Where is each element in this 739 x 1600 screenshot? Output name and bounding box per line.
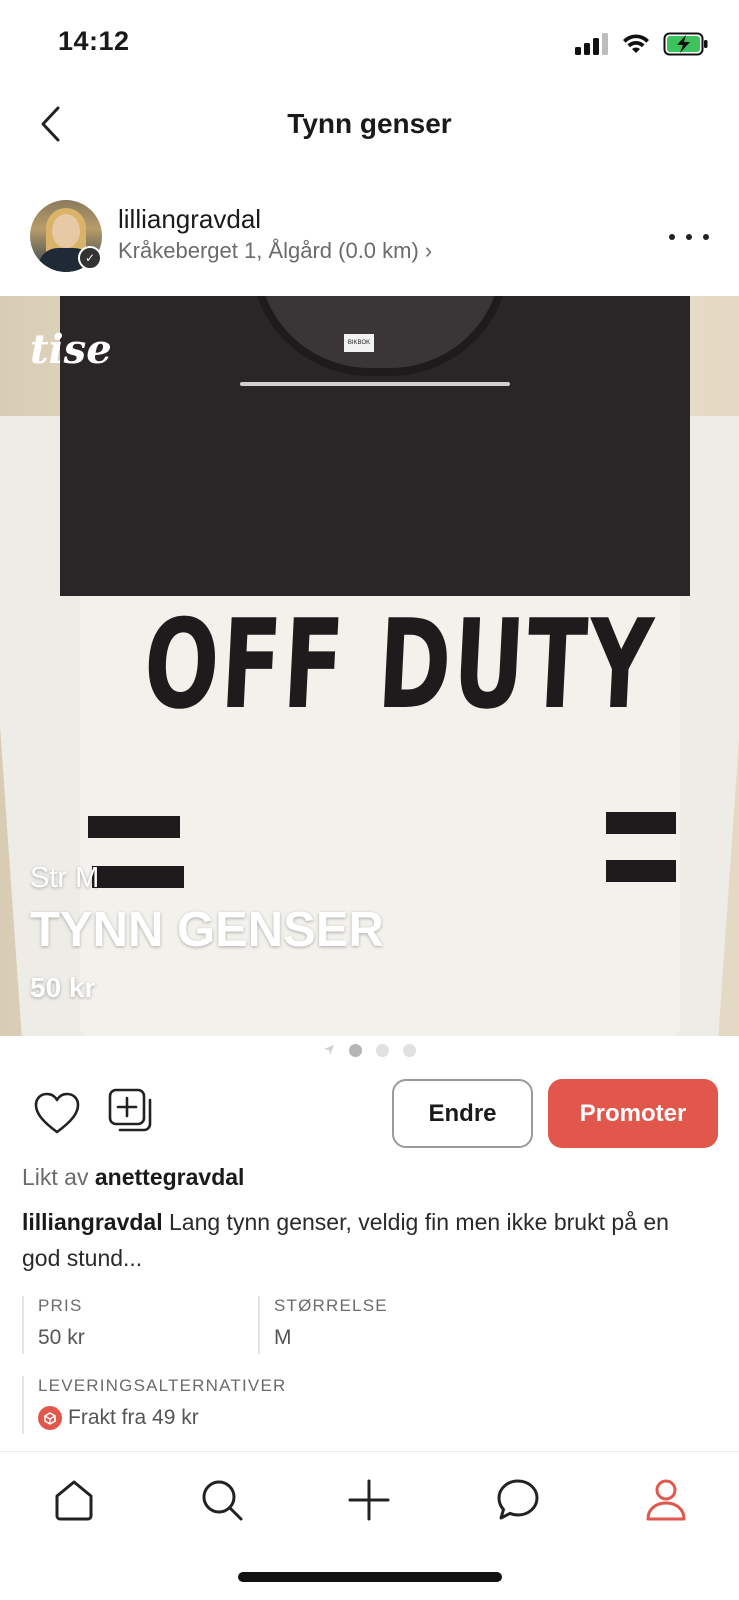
verified-badge-icon: ✓: [78, 246, 102, 270]
home-icon: [55, 1480, 93, 1521]
image-pager: [0, 1040, 739, 1060]
like-button[interactable]: [34, 1092, 80, 1136]
promote-button[interactable]: Promoter: [548, 1079, 718, 1148]
pager-dot[interactable]: [403, 1043, 416, 1057]
profile-icon: [646, 1479, 686, 1521]
location-arrow-icon: [324, 1045, 334, 1055]
shipping-icon: [38, 1406, 62, 1430]
liked-by-prefix: Likt av: [22, 1164, 89, 1190]
seller-username[interactable]: lilliangravdal: [118, 204, 261, 235]
price-label: PRIS: [38, 1296, 83, 1315]
garment-label: BIKBOK: [344, 334, 374, 352]
pager-dot[interactable]: [376, 1043, 389, 1057]
tab-search[interactable]: [194, 1472, 250, 1528]
overlay-price: 50 kr: [30, 972, 96, 1003]
edit-button[interactable]: Endre: [392, 1079, 533, 1148]
tab-messages[interactable]: [490, 1472, 546, 1528]
description-author[interactable]: lilliangravdal: [22, 1209, 163, 1235]
delivery-detail[interactable]: LEVERINGSALTERNATIVER Frakt fra 49 kr: [22, 1376, 286, 1434]
action-row: Endre Promoter: [0, 1078, 739, 1150]
price-detail: PRIS 50 kr: [22, 1296, 85, 1354]
status-time: 14:12: [58, 26, 130, 56]
add-to-collection-button[interactable]: [108, 1088, 156, 1136]
page-title: Tynn genser: [287, 108, 452, 139]
tab-add[interactable]: [341, 1472, 397, 1528]
nav-bar: Tynn genser: [0, 90, 739, 160]
pager-dot[interactable]: [349, 1043, 362, 1057]
search-icon: [202, 1480, 243, 1521]
more-dots-icon: [669, 234, 675, 240]
price-value: 50 kr: [38, 1326, 85, 1349]
seller-location[interactable]: Kråkeberget 1, Ålgård (0.0 km) ›: [118, 238, 432, 264]
tab-profile[interactable]: [638, 1472, 694, 1528]
plus-icon: [348, 1479, 390, 1521]
battery-charging-icon: [663, 32, 708, 56]
chat-icon: [497, 1479, 539, 1520]
status-icons: [575, 32, 709, 56]
seller-header: ✓ lilliangravdal Kråkeberget 1, Ålgård (…: [0, 198, 739, 278]
heart-icon: [34, 1092, 80, 1134]
size-value: M: [274, 1326, 292, 1349]
tab-home[interactable]: [46, 1472, 102, 1528]
status-bar: 14:12: [0, 0, 739, 90]
delivery-label: LEVERINGSALTERNATIVER: [38, 1376, 287, 1395]
more-options-button[interactable]: [669, 222, 709, 252]
product-image[interactable]: BIKBOK OFF DUTY tise Str M TYNN GENSER 5…: [0, 296, 739, 1036]
shirt-print-text: OFF DUTY: [140, 592, 658, 737]
delivery-value: Frakt fra 49 kr: [68, 1406, 199, 1429]
size-detail: STØRRELSE M: [258, 1296, 388, 1354]
tise-watermark: tise: [30, 326, 112, 373]
overlay-title: TYNN GENSER: [30, 903, 384, 957]
home-indicator[interactable]: [238, 1572, 502, 1582]
size-label: STØRRELSE: [274, 1296, 388, 1315]
overlay-size: Str M: [30, 862, 100, 894]
add-collection-icon: [108, 1088, 152, 1132]
liked-by-user[interactable]: anettegravdal: [95, 1164, 245, 1190]
wifi-icon: [623, 34, 649, 53]
liked-by: Likt av anettegravdal: [22, 1164, 244, 1191]
description: lilliangravdal Lang tynn genser, veldig …: [22, 1204, 712, 1276]
cellular-signal-icon: [575, 33, 608, 55]
